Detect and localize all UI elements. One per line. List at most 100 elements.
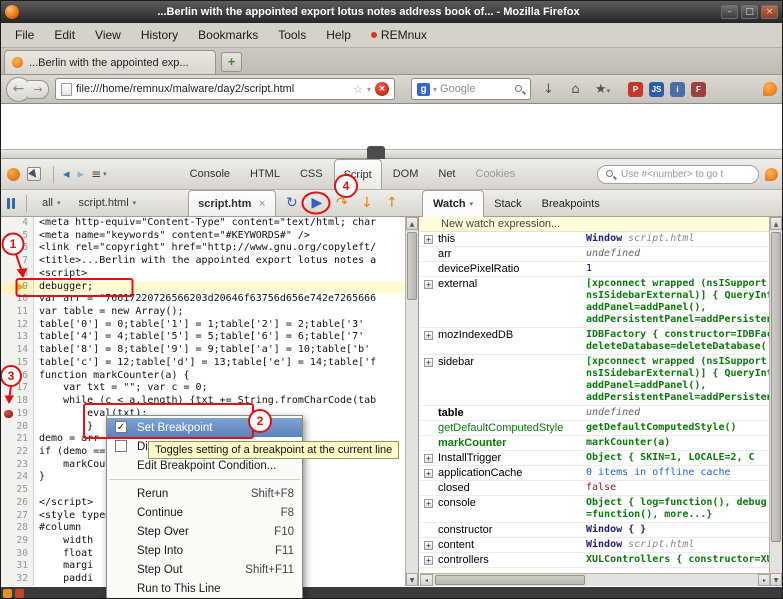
watch-value[interactable]: markCounter(a) bbox=[584, 436, 771, 450]
line-number-gutter[interactable]: 6 bbox=[1, 242, 34, 255]
tab-net[interactable]: Net bbox=[429, 159, 464, 189]
line-text[interactable]: <meta http-equiv="Content-Type" content=… bbox=[34, 217, 376, 230]
firebug-orange-icon[interactable] bbox=[765, 168, 778, 181]
expander-plus-icon[interactable]: + bbox=[424, 541, 433, 550]
expander-plus-icon[interactable]: + bbox=[424, 280, 433, 289]
watch-name[interactable]: controllers bbox=[436, 553, 584, 567]
line-text[interactable]: demo = arr bbox=[34, 433, 99, 446]
line-number-gutter[interactable]: 21 bbox=[1, 433, 34, 446]
watch-name[interactable]: mozIndexedDB bbox=[436, 328, 584, 342]
menu-file[interactable]: File bbox=[5, 24, 44, 46]
watch-value[interactable]: [xpconnect wrapped (nsISupportnsISidebar… bbox=[584, 277, 771, 327]
line-number-gutter[interactable]: 5 bbox=[1, 230, 34, 243]
watch-name[interactable]: console bbox=[436, 496, 584, 510]
step-out-button[interactable]: ↑ bbox=[383, 195, 401, 211]
bookmarks-menu-button[interactable]: ★▾ bbox=[593, 82, 612, 97]
expander-plus-icon[interactable]: + bbox=[424, 469, 433, 478]
line-number-gutter[interactable]: 32 bbox=[1, 573, 34, 586]
line-text[interactable]: var table = new Array(); bbox=[34, 306, 184, 319]
line-text[interactable]: <meta name="keywords" content="#KEYWORDS… bbox=[34, 230, 310, 243]
line-text[interactable]: </script> bbox=[34, 497, 93, 510]
inspect-element-icon[interactable] bbox=[27, 167, 41, 181]
step-over-button[interactable]: ↷ bbox=[333, 195, 351, 211]
menu-item-step-over[interactable]: Step OverF10 bbox=[107, 522, 302, 541]
line-text[interactable] bbox=[34, 484, 39, 497]
watch-name[interactable]: InstallTrigger bbox=[436, 451, 584, 465]
file-tab-close-icon[interactable]: × bbox=[258, 199, 266, 209]
line-number-gutter[interactable]: 10 bbox=[1, 293, 34, 306]
rerun-button[interactable]: ↻ bbox=[283, 195, 301, 211]
watch-name[interactable]: closed bbox=[436, 481, 584, 495]
search-engine-icon[interactable]: g bbox=[417, 83, 430, 96]
menu-history[interactable]: History bbox=[131, 24, 188, 46]
window-titlebar[interactable]: ...Berlin with the appointed export lotu… bbox=[1, 1, 782, 23]
watch-value[interactable]: false bbox=[584, 481, 771, 495]
line-text[interactable]: <link rel="copyright" href="http://www.g… bbox=[34, 242, 376, 255]
search-placeholder[interactable]: Google bbox=[440, 83, 511, 95]
line-text[interactable]: while (c < a.length) {txt += String.from… bbox=[34, 395, 376, 408]
line-text[interactable]: #column bbox=[34, 522, 87, 535]
watch-name[interactable]: constructor bbox=[436, 523, 584, 537]
watch-value[interactable]: Window { } bbox=[584, 523, 771, 537]
expander-plus-icon[interactable]: + bbox=[424, 331, 433, 340]
expander-plus-icon[interactable]: + bbox=[424, 556, 433, 565]
menu-item-step-into[interactable]: Step IntoF11 bbox=[107, 541, 302, 560]
line-number-gutter[interactable]: 12 bbox=[1, 319, 34, 332]
tab-css[interactable]: CSS bbox=[291, 159, 332, 189]
line-number-gutter[interactable]: 22 bbox=[1, 446, 34, 459]
expander-plus-icon[interactable]: + bbox=[424, 499, 433, 508]
splitter-mini-tab[interactable] bbox=[367, 146, 385, 159]
line-text[interactable]: function markCounter(a) { bbox=[34, 370, 190, 383]
line-number-gutter[interactable]: 29 bbox=[1, 535, 34, 548]
line-number-gutter[interactable]: 17 bbox=[1, 382, 34, 395]
menu-item-rerun[interactable]: RerunShift+F8 bbox=[107, 484, 302, 503]
scroll-down-icon[interactable]: ▼ bbox=[406, 573, 418, 586]
watch-value[interactable]: 1 bbox=[584, 262, 771, 276]
line-number-gutter[interactable]: 18 bbox=[1, 395, 34, 408]
watch-name[interactable]: devicePixelRatio bbox=[436, 262, 584, 276]
menu-help[interactable]: Help bbox=[316, 24, 361, 46]
bookmark-star-icon[interactable]: ☆ bbox=[353, 83, 363, 96]
watch-value[interactable]: [xpconnect wrapped (nsISupportnsISidebar… bbox=[584, 355, 771, 405]
line-number-gutter[interactable]: 27 bbox=[1, 510, 34, 523]
line-number-gutter[interactable]: 24 bbox=[1, 471, 34, 484]
addon-icon-js[interactable]: JS bbox=[649, 82, 664, 97]
watch-value[interactable]: Window script.html bbox=[584, 538, 771, 552]
tab-cookies[interactable]: Cookies bbox=[467, 159, 525, 189]
step-into-button[interactable]: ↓ bbox=[358, 195, 376, 211]
firebug-addon-icon[interactable] bbox=[763, 82, 777, 96]
watch-value[interactable]: Window script.html bbox=[584, 232, 771, 246]
tab-console[interactable]: Console bbox=[181, 159, 239, 189]
scroll-down-icon[interactable]: ▼ bbox=[770, 573, 782, 586]
line-number-gutter[interactable]: 25 bbox=[1, 484, 34, 497]
line-number-gutter[interactable]: 30 bbox=[1, 548, 34, 561]
line-number-gutter[interactable]: 20 bbox=[1, 421, 34, 434]
line-number-gutter[interactable]: 26 bbox=[1, 497, 34, 510]
watch-value[interactable]: undefined bbox=[584, 247, 771, 261]
tab-script[interactable]: Script bbox=[334, 159, 382, 189]
downloads-button[interactable]: ↓ bbox=[539, 82, 558, 97]
tab-dom[interactable]: DOM bbox=[384, 159, 428, 189]
expander-plus-icon[interactable]: + bbox=[424, 235, 433, 244]
line-number-gutter[interactable]: 31 bbox=[1, 560, 34, 573]
magnifier-icon[interactable] bbox=[514, 84, 525, 95]
menu-remnux[interactable]: REMnux bbox=[361, 24, 437, 46]
history-back-icon[interactable]: ◂ bbox=[59, 167, 74, 182]
watch-name[interactable]: arr bbox=[436, 247, 584, 261]
scroll-up-icon[interactable]: ▲ bbox=[406, 217, 418, 230]
source-scrollbar[interactable]: ▲ ▼ bbox=[405, 217, 418, 586]
watch-scrollbar[interactable]: ▲ ▼ bbox=[769, 217, 782, 586]
minimize-button[interactable]: – bbox=[721, 5, 738, 19]
line-number-gutter[interactable]: 13 bbox=[1, 331, 34, 344]
panel-list-icon[interactable]: ≡▾ bbox=[88, 167, 110, 181]
line-text[interactable]: table['0'] = 0;table['1'] = 1;table['2']… bbox=[34, 319, 364, 332]
line-number-gutter[interactable]: 19 bbox=[1, 408, 34, 421]
watch-name[interactable]: this bbox=[436, 232, 584, 246]
script-location-dropdown[interactable]: script.html▾ bbox=[75, 195, 141, 211]
line-text[interactable]: debugger; bbox=[34, 281, 93, 294]
line-number-gutter[interactable]: 15 bbox=[1, 357, 34, 370]
watch-value[interactable]: IDBFactory { constructor=IDBFacdeleteDat… bbox=[584, 328, 771, 354]
tab-breakpoints[interactable]: Breakpoints bbox=[532, 190, 610, 217]
addon-icon-i[interactable]: i bbox=[670, 82, 685, 97]
menu-item-continue[interactable]: ContinueF8 bbox=[107, 503, 302, 522]
